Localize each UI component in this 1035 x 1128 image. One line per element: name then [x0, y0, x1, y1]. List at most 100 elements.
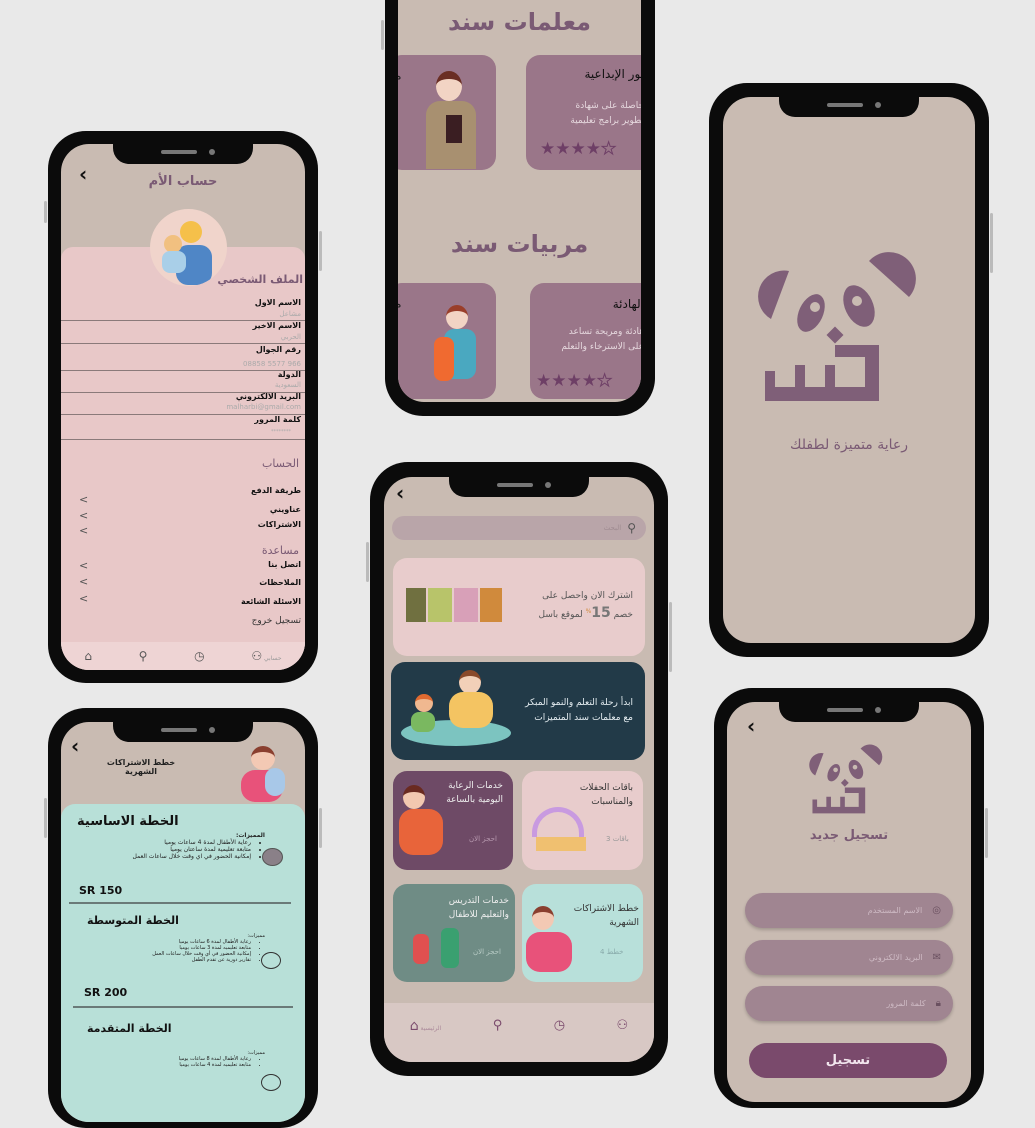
service-card-subscriptions[interactable]: خطط الاشتراكات الشهرية 4 خطط — [522, 884, 643, 982]
teacher-figure — [441, 928, 459, 968]
teacher-card-partial[interactable]: م — [398, 55, 496, 170]
field-value-first-name[interactable]: مشاعل — [279, 310, 301, 318]
field-value-country[interactable]: السعودية — [275, 381, 301, 389]
menu-item-faq[interactable]: الاسئلة الشائعة — [241, 597, 301, 606]
menu-item-addresses[interactable]: عناويني — [270, 505, 301, 514]
logo-eye — [797, 294, 825, 332]
username-input[interactable]: الاسم المستخدم ◎ — [745, 893, 953, 928]
field-value-last-name[interactable]: الحربي — [281, 333, 301, 341]
section-account-title: الحساب — [261, 457, 299, 470]
side-button — [366, 542, 369, 582]
nanny-desc: هادئة ومريحة تساعد على الاسترخاء والتعلم — [561, 325, 641, 355]
tutoring-illustration — [413, 934, 429, 964]
star-filled-icon: ★ — [555, 139, 571, 159]
user-icon[interactable]: ⚇ — [617, 1018, 629, 1033]
divider — [73, 1006, 293, 1008]
plan-radio-selected[interactable] — [262, 848, 283, 866]
divider — [61, 370, 305, 371]
chevron-icon[interactable]: < — [79, 509, 88, 522]
chevron-icon[interactable]: < — [79, 575, 88, 588]
back-button[interactable]: ‹ — [71, 734, 79, 758]
menu-item-subscriptions[interactable]: الاشتراكات — [258, 520, 301, 529]
bottom-nav: ⌂ ⚲ ◷ ⚇ حسابي — [61, 642, 305, 670]
star-filled-icon: ★ — [536, 371, 552, 391]
promo-line: اشترك الان واحصل على — [542, 591, 633, 601]
register-button[interactable]: تسجيل — [749, 1043, 947, 1078]
service-card-daycare[interactable]: خدمات الرعاية اليومية بالساعة احجز الان — [393, 771, 513, 870]
logo-eye — [843, 285, 875, 327]
phone-staff: معلمات سند م نور الإبداعية حاصلة على شها… — [381, 0, 655, 416]
field-value-password[interactable]: ******** — [271, 429, 291, 435]
bottom-nav: ⌂ الرئيسية ⚲ ◷ ⚇ — [384, 1003, 654, 1062]
logout-button[interactable]: تسجيل خروج — [252, 616, 301, 626]
logo-block — [454, 588, 478, 622]
star-filled-icon: ★ — [566, 371, 582, 391]
email-input[interactable]: البريد الالكتروني ✉ — [745, 940, 953, 975]
back-button[interactable]: ‹ — [396, 481, 404, 505]
service-card-parties[interactable]: باقات الحفلات والمناسبات 3 باقات — [522, 771, 643, 870]
nanny-card[interactable]: الهادئة هادئة ومريحة تساعد على الاسترخاء… — [530, 283, 641, 399]
search-bar[interactable]: البحث ⚲ — [392, 516, 646, 540]
clock-icon[interactable]: ◷ — [554, 1018, 565, 1033]
chevron-icon[interactable]: < — [79, 592, 88, 605]
phone-splash: رعاية متميزة لطفلك — [709, 83, 993, 657]
chevron-icon[interactable]: < — [79, 524, 88, 537]
nav-home[interactable]: ⌂ الرئيسية — [410, 1018, 441, 1034]
teacher-desc: حاصلة على شهادة تطوير برامج تعليمية — [570, 99, 641, 129]
home-icon[interactable]: ⌂ — [84, 649, 92, 663]
baby-body — [162, 251, 186, 273]
plan-price: SR 150 — [79, 884, 123, 897]
password-placeholder: كلمة المرور — [886, 999, 926, 1008]
search-icon[interactable]: ⚲ — [493, 1018, 503, 1033]
plan-price: SR 200 — [84, 986, 128, 999]
logo-pupil — [810, 302, 820, 312]
clock-icon[interactable]: ◷ — [194, 649, 204, 663]
divider — [61, 439, 305, 440]
search-icon[interactable]: ⚲ — [139, 649, 148, 663]
plan-radio[interactable] — [261, 952, 281, 969]
promo-prefix: خصم — [613, 610, 633, 620]
splash-screen: رعاية متميزة لطفلك — [723, 97, 975, 643]
child-body — [411, 712, 435, 732]
feature: رعاية الأطفال لمدة 4 ساعات يوميا — [65, 839, 251, 846]
menu-item-contact[interactable]: اتصل بنا — [268, 560, 301, 569]
side-button — [990, 213, 993, 273]
field-value-phone[interactable]: 966 5577 08858 — [243, 360, 301, 368]
user-icon: ⚇ — [251, 649, 263, 663]
mail-icon: ✉ — [932, 952, 941, 963]
home-screen: ‹ البحث ⚲ اشترك الان واحصل على خصم 15% ل… — [384, 477, 654, 1062]
side-button — [44, 201, 47, 223]
mother-child-illustration — [532, 906, 554, 930]
basel-logo — [406, 588, 502, 622]
menu-item-payment[interactable]: طريقة الدفع — [251, 486, 301, 495]
sanad-logo — [809, 744, 883, 814]
staff-screen: معلمات سند م نور الإبداعية حاصلة على شها… — [398, 0, 641, 402]
side-button — [44, 798, 47, 838]
nav-account[interactable]: ⚇ حسابي — [251, 649, 281, 663]
plan-radio[interactable] — [261, 1074, 281, 1091]
plan-features: مميزات: رعاية الأطفال لمدة 8 ساعات يوميا… — [65, 1050, 265, 1068]
banner-line: مع معلمات سند المتميزات — [534, 713, 633, 723]
password-input[interactable]: كلمة المرور 🔒︎ — [745, 986, 953, 1021]
features-label: المميزات: — [235, 832, 265, 839]
service-card-tutoring[interactable]: خدمات التدريس والتعليم للاطفال احجز الان — [393, 884, 515, 982]
profile-screen: ‹ حساب الأم الملف الشخصي الاسم الاول مشا… — [61, 144, 305, 670]
promo-card[interactable]: اشترك الان واحصل على خصم 15% لموقع باسل — [393, 558, 645, 656]
chevron-icon[interactable]: < — [79, 559, 88, 572]
nanny-card-partial[interactable]: م — [398, 283, 496, 399]
chevron-icon[interactable]: < — [79, 493, 88, 506]
promo-discount: 15 — [591, 605, 611, 621]
side-button — [985, 808, 988, 858]
reader-body — [399, 809, 443, 855]
menu-item-feedback[interactable]: الملاحظات — [259, 578, 301, 587]
rainbow-illustration — [532, 807, 584, 837]
promo-text: اشترك الان واحصل على خصم 15% لموقع باسل — [539, 588, 633, 623]
field-label: الدولة — [277, 370, 301, 379]
feature: متابعة تعليمية لمدة ساعتان يوميا — [65, 846, 251, 853]
field-value-email[interactable]: malharbi@gmail.com — [226, 403, 301, 411]
home-icon: ⌂ — [409, 1017, 419, 1034]
teacher-card[interactable]: نور الإبداعية حاصلة على شهادة تطوير برام… — [526, 55, 641, 170]
plan-name: الخطة الاساسية — [77, 814, 179, 829]
learning-banner[interactable]: ابدأ رحلة التعلم والنمو المبكر مع معلمات… — [391, 662, 645, 760]
back-button[interactable]: ‹ — [747, 714, 755, 738]
